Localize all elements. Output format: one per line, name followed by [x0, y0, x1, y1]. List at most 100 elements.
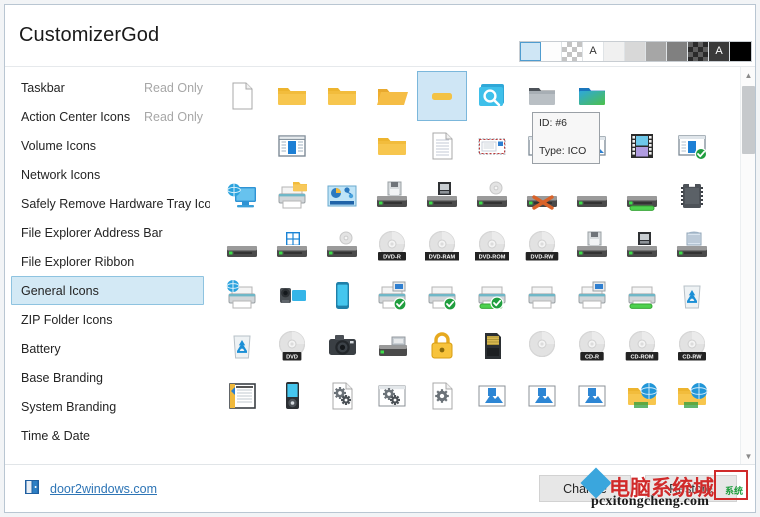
icon-drive-floppy[interactable] — [367, 171, 417, 221]
sidebar-item-volume-icons[interactable]: Volume Icons — [11, 131, 204, 160]
sidebar-item-file-explorer-address-bar[interactable]: File Explorer Address Bar — [11, 218, 204, 247]
sidebar-item-zip-folder-icons[interactable]: ZIP Folder Icons — [11, 305, 204, 334]
icon-folder-yellow-b[interactable] — [367, 121, 417, 171]
icon-network-printer[interactable] — [217, 271, 267, 321]
icon-window-gears[interactable] — [367, 371, 417, 421]
icon-disc-cd-rw[interactable]: CD-RW — [667, 321, 717, 371]
icon-printer-green-bar[interactable] — [617, 271, 667, 321]
sidebar-item-base-branding[interactable]: Base Branding — [11, 363, 204, 392]
icon-disc-dvd-ram[interactable]: DVD-RAM — [417, 221, 467, 271]
icon-disc-dvd-gray[interactable]: DVD — [267, 321, 317, 371]
swatch-gray-85[interactable] — [625, 42, 646, 61]
sidebar-item-network-icons[interactable]: Network Icons — [11, 160, 204, 189]
icon-disc-dvd-rom[interactable]: DVD-ROM — [467, 221, 517, 271]
icon-drive-green-bar[interactable] — [617, 171, 667, 221]
icon-window-document[interactable] — [267, 121, 317, 171]
icon-folder-search[interactable] — [467, 71, 517, 121]
swatch-white[interactable] — [541, 42, 562, 61]
icon-network-computer[interactable] — [217, 171, 267, 221]
sidebar-item-label: File Explorer Ribbon — [21, 254, 135, 269]
icon-disc-dvd-rw[interactable]: DVD-RW — [517, 221, 567, 271]
icon-drive-removable[interactable] — [417, 171, 467, 221]
icon-folder-closed[interactable] — [267, 71, 317, 121]
sidebar-item-action-center-icons[interactable]: Action Center Icons Read Only — [11, 102, 204, 131]
sidebar-item-battery[interactable]: Battery — [11, 334, 204, 363]
icon-printer-check-green[interactable] — [467, 271, 517, 321]
scroll-thumb[interactable] — [742, 86, 755, 154]
restore-button[interactable]: Restore — [645, 475, 737, 502]
icon-picture-thumbnail-3[interactable] — [567, 371, 617, 421]
icon-memory-chip[interactable] — [667, 171, 717, 221]
icon-folder-selected[interactable] — [417, 71, 467, 121]
swatch-gray-95[interactable] — [604, 42, 625, 61]
icon-portable-player[interactable] — [267, 371, 317, 421]
icon-padlock-locked[interactable] — [417, 321, 467, 371]
icon-disc-blank[interactable] — [517, 321, 567, 371]
icon-film-strip[interactable] — [617, 121, 667, 171]
icon-recycle-bin-empty[interactable] — [667, 271, 717, 321]
icon-document-gear[interactable] — [417, 371, 467, 421]
icon-picture-thumbnail[interactable] — [467, 371, 517, 421]
vertical-scrollbar[interactable]: ▲ ▼ — [740, 67, 755, 464]
icon-scanner[interactable] — [367, 321, 417, 371]
icon-folder-closed-2[interactable] — [317, 71, 367, 121]
icon-document-gears[interactable] — [317, 371, 367, 421]
icon-drive-removable-2[interactable] — [617, 221, 667, 271]
scroll-down-button[interactable]: ▼ — [741, 448, 755, 464]
swatch-dark-letter-a[interactable]: A — [709, 42, 730, 61]
icon-drive-windows[interactable] — [267, 221, 317, 271]
footer-bar: door2windows.com Change Restore 电脑系统城 pc… — [5, 464, 755, 512]
sidebar-item-system-branding[interactable]: System Branding — [11, 392, 204, 421]
icon-drive-archive[interactable] — [667, 221, 717, 271]
icon-memory-card[interactable] — [467, 321, 517, 371]
swatch-black[interactable] — [730, 42, 751, 61]
swatch-gray-65[interactable] — [646, 42, 667, 61]
icon-printer-check-fax[interactable] — [367, 271, 417, 321]
icon-drive-cd[interactable] — [467, 171, 517, 221]
icon-printer-folder[interactable] — [267, 171, 317, 221]
icon-disc-dvd-r[interactable]: DVD-R — [367, 221, 417, 271]
icon-video-camera[interactable] — [267, 271, 317, 321]
icon-drive-plain[interactable] — [567, 171, 617, 221]
swatch-checker-dark[interactable] — [688, 42, 709, 61]
icon-drive-floppy-2[interactable] — [567, 221, 617, 271]
sidebar-item-file-explorer-ribbon[interactable]: File Explorer Ribbon — [11, 247, 204, 276]
swatch-checker-light[interactable] — [562, 42, 583, 61]
icon-disc-cd-rom[interactable]: CD-ROM — [617, 321, 667, 371]
sidebar-item-safely-remove-hardware-tray-icon[interactable]: Safely Remove Hardware Tray Icon — [11, 189, 218, 218]
icon-control-panel[interactable] — [317, 171, 367, 221]
icon-browser-panel: AA DVD-R DVD-RAM DVD-ROM DVD-RW DVD CD-R CD-RO… — [210, 41, 755, 464]
icon-help-book[interactable] — [217, 371, 267, 421]
icon-folder-open-yellow[interactable] — [367, 71, 417, 121]
icon-text-document[interactable] — [417, 121, 467, 171]
sidebar-item-time-date[interactable]: Time & Date — [11, 421, 204, 450]
icon-disc-cd-r[interactable]: CD-R — [567, 321, 617, 371]
scroll-up-button[interactable]: ▲ — [741, 67, 755, 83]
icon-phone-device[interactable] — [317, 271, 367, 321]
icon-drive-disconnect[interactable] — [517, 171, 567, 221]
icon-blank-document[interactable] — [217, 71, 267, 121]
door2windows-logo-icon — [23, 478, 41, 499]
sidebar-item-taskbar[interactable]: Taskbar Read Only — [11, 73, 204, 102]
icon-drive-dvd[interactable] — [317, 221, 367, 271]
door2windows-link[interactable]: door2windows.com — [23, 478, 157, 499]
icon-photo-camera[interactable] — [317, 321, 367, 371]
icon-window-check[interactable] — [667, 121, 717, 171]
swatch-light-blue[interactable] — [520, 42, 541, 61]
icon-web-folder[interactable] — [617, 371, 667, 421]
icon-printer-plain[interactable] — [517, 271, 567, 321]
icon-picture-thumbnail-2[interactable] — [517, 371, 567, 421]
icon-mail-envelope[interactable] — [467, 121, 517, 171]
icon-recycle-bin-empty-2[interactable] — [217, 321, 267, 371]
icon-drive-plain-2[interactable] — [217, 221, 267, 271]
icon-web-folder-2[interactable] — [667, 371, 717, 421]
sidebar-item-general-icons[interactable]: General Icons — [11, 276, 204, 305]
footer-buttons: Change Restore — [539, 475, 737, 502]
background-color-picker[interactable]: AA — [519, 41, 752, 62]
swatch-white-letter-a[interactable]: A — [583, 42, 604, 61]
sidebar-item-label: Base Branding — [21, 370, 104, 385]
icon-printer-check[interactable] — [417, 271, 467, 321]
change-button[interactable]: Change — [539, 475, 631, 502]
icon-printer-fax[interactable] — [567, 271, 617, 321]
swatch-gray-50[interactable] — [667, 42, 688, 61]
